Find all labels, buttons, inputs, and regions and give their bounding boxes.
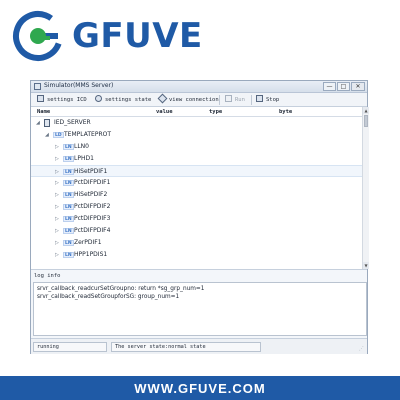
column-type[interactable]: type	[209, 107, 222, 117]
column-name[interactable]: Name	[37, 107, 50, 117]
window-title: Simulator(MMS Server)	[44, 82, 114, 89]
expand-icon[interactable]: ▷	[55, 141, 59, 153]
tree-item-ln[interactable]: ▷ LN PctDIFPDIF3	[31, 213, 362, 225]
status-bar: running The server state:normal state ⋰	[31, 338, 367, 354]
settings-icd-label: settings ICD	[47, 97, 87, 103]
logical-node-icon: LN	[63, 240, 74, 246]
logical-node-icon: LN	[63, 216, 74, 222]
tree-item-ln[interactable]: ▷ LN LLN0	[31, 141, 362, 153]
simulator-window: Simulator(MMS Server) — □ ✕ settings ICD…	[30, 80, 369, 354]
run-label: Run	[235, 97, 245, 103]
log-line: srvr_callback_readcurSetGroupno: return …	[37, 286, 205, 292]
tree-item-ln[interactable]: ▷ LN HiSetPDIF2	[31, 189, 362, 201]
logical-device-icon: LD	[53, 132, 64, 138]
collapse-icon[interactable]: ◢	[45, 129, 49, 141]
tree-item-ln[interactable]: ▷ LN HiSetPDIF1	[31, 165, 362, 177]
stop-button[interactable]: Stop	[256, 95, 279, 105]
stop-icon	[256, 95, 263, 102]
view-connection-label: view connection	[169, 97, 219, 103]
tree-item-ln[interactable]: ▷ LN PctDIFPDIF4	[31, 225, 362, 237]
status-message: The server state:normal state	[111, 342, 261, 352]
maximize-button[interactable]: □	[337, 82, 350, 91]
log-line: srvr_callback_readSetGroupforSG: group_n…	[37, 294, 180, 300]
brand-name: GFUVE	[72, 16, 203, 56]
tree-item-ln[interactable]: ▷ LN LPHD1	[31, 153, 362, 165]
logical-node-icon: LN	[63, 169, 74, 175]
scroll-up-icon[interactable]: ▲	[363, 107, 369, 114]
view-connection-button[interactable]: view connection	[157, 93, 219, 105]
link-icon	[157, 93, 168, 104]
settings-state-button[interactable]: settings state	[95, 95, 151, 105]
settings-icd-icon	[37, 95, 44, 102]
tree-item-label: LPHD1	[74, 155, 94, 162]
logical-node-icon: LN	[63, 180, 74, 186]
log-output[interactable]: srvr_callback_readcurSetGroupno: return …	[33, 282, 367, 336]
model-tree: ◢ IED_SERVER ◢ LD TEMPLATEPROT ▷ LN LLN0 ▷ L…	[31, 117, 362, 269]
stop-label: Stop	[266, 97, 280, 103]
tree-item-label: PctDIFPDIF2	[74, 203, 111, 210]
footer-url[interactable]: WWW.GFUVE.COM	[0, 381, 400, 396]
log-label: log info	[31, 269, 367, 281]
tree-item-label: PctDIFPDIF3	[74, 215, 111, 222]
title-bar[interactable]: Simulator(MMS Server) — □ ✕	[31, 81, 367, 93]
tree-item-server[interactable]: ◢ IED_SERVER	[31, 117, 362, 129]
tree-item-ln[interactable]: ▷ LN HPP1PDIS1	[31, 249, 362, 261]
vertical-scrollbar[interactable]: ▲ ▼	[362, 107, 369, 269]
expand-icon[interactable]: ▷	[55, 153, 59, 165]
settings-icd-button[interactable]: settings ICD	[37, 95, 87, 105]
tree-item-ld[interactable]: ◢ LD TEMPLATEPROT	[31, 129, 362, 141]
tree-item-label: IED_SERVER	[54, 119, 91, 126]
expand-icon[interactable]: ▷	[55, 237, 59, 249]
expand-icon[interactable]: ▷	[55, 225, 59, 237]
logical-node-icon: LN	[63, 156, 74, 162]
logical-node-icon: LN	[63, 252, 74, 258]
gfuve-logo-icon	[13, 11, 63, 61]
tree-item-label: HPP1PDIS1	[74, 251, 108, 258]
collapse-icon[interactable]: ◢	[36, 117, 40, 129]
tree-item-label: PctDIFPDIF1	[74, 179, 111, 186]
gear-icon	[95, 95, 102, 102]
logical-node-icon: LN	[63, 228, 74, 234]
logical-node-icon: LN	[63, 192, 74, 198]
brand-header: GFUVE	[0, 0, 400, 80]
scroll-thumb[interactable]	[364, 115, 368, 127]
expand-icon[interactable]: ▷	[55, 249, 59, 261]
expand-icon[interactable]: ▷	[55, 213, 59, 225]
minimize-button[interactable]: —	[323, 82, 336, 91]
tree-item-label: PctDIFPDIF4	[74, 227, 111, 234]
settings-state-label: settings state	[105, 97, 152, 103]
run-button[interactable]: Run	[225, 95, 245, 105]
tree-item-label: HiSetPDIF2	[74, 191, 108, 198]
close-button[interactable]: ✕	[351, 82, 365, 91]
logical-node-icon: LN	[63, 204, 74, 210]
column-header: Name value type byte	[31, 107, 362, 117]
tree-item-label: ZerPDIF1	[74, 239, 102, 246]
server-icon	[44, 119, 50, 127]
toolbar: settings ICD settings state view connect…	[31, 93, 367, 107]
tree-item-ln[interactable]: ▷ LN PctDIFPDIF1	[31, 177, 362, 189]
toolbar-separator	[219, 95, 220, 105]
status-state: running	[33, 342, 107, 352]
tree-item-label: LLN0	[74, 143, 89, 150]
app-icon	[34, 83, 41, 90]
expand-icon[interactable]: ▷	[55, 177, 59, 189]
expand-icon[interactable]: ▷	[55, 201, 59, 213]
tree-item-ln[interactable]: ▷ LN PctDIFPDIF2	[31, 201, 362, 213]
column-value[interactable]: value	[156, 107, 173, 117]
run-icon	[225, 95, 232, 102]
expand-icon[interactable]: ▷	[55, 189, 59, 201]
tree-item-label: TEMPLATEPROT	[64, 131, 112, 138]
resize-grip-icon[interactable]: ⋰	[359, 346, 366, 353]
tree-item-ln[interactable]: ▷ LN ZerPDIF1	[31, 237, 362, 249]
footer-banner: WWW.GFUVE.COM	[0, 376, 400, 400]
toolbar-separator	[251, 95, 252, 105]
scroll-down-icon[interactable]: ▼	[363, 262, 369, 269]
column-byte[interactable]: byte	[279, 107, 292, 117]
logical-node-icon: LN	[63, 144, 74, 150]
